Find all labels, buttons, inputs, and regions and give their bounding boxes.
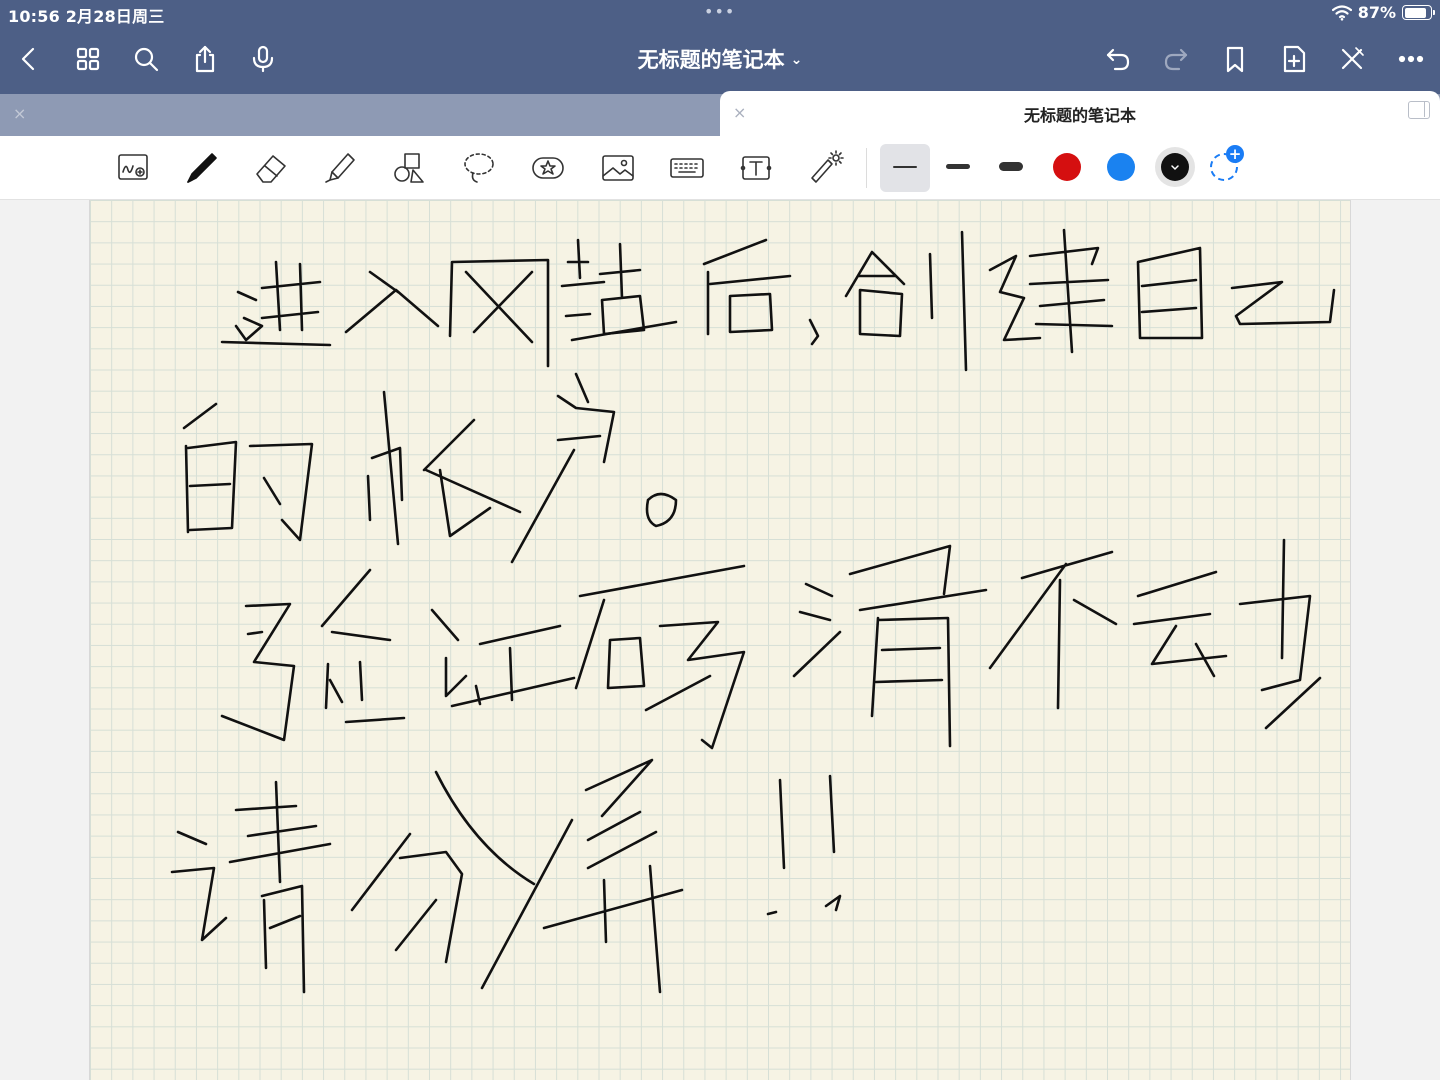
stroke-width-medium[interactable] <box>946 164 970 169</box>
battery-icon <box>1402 5 1435 20</box>
color-swatch-red[interactable] <box>1053 153 1081 181</box>
toolbar-divider <box>866 148 867 188</box>
lasso-icon[interactable] <box>457 146 501 190</box>
tab-strip: × × 无标题的笔记本 <box>0 91 1440 136</box>
microphone-icon[interactable] <box>244 40 282 78</box>
status-right: 87% <box>1331 3 1435 22</box>
back-icon[interactable] <box>10 40 48 78</box>
top-bar: 10:56 2月28日周三 ••• 87% 无标题的笔记本 ⌄ <box>0 0 1440 94</box>
add-page-icon[interactable] <box>1275 40 1313 78</box>
color-swatch-blue[interactable] <box>1107 153 1135 181</box>
share-icon[interactable] <box>186 40 224 78</box>
pen-icon[interactable] <box>180 146 224 190</box>
text-box-icon[interactable] <box>734 146 778 190</box>
image-icon[interactable] <box>596 146 640 190</box>
selected-check-icon <box>1171 165 1179 171</box>
grid-icon[interactable] <box>69 40 107 78</box>
stroke-width-thin[interactable] <box>893 166 917 168</box>
bookmark-icon[interactable] <box>1216 40 1254 78</box>
status-time-date: 10:56 2月28日周三 <box>8 7 165 26</box>
sticker-icon[interactable] <box>526 146 570 190</box>
close-tools-icon[interactable] <box>1333 40 1371 78</box>
tab-active[interactable]: × 无标题的笔记本 <box>720 91 1440 136</box>
multitasking-dots[interactable]: ••• <box>704 2 735 21</box>
goodnotes-app: 10:56 2月28日周三 ••• 87% 无标题的笔记本 ⌄ × × 无标题的… <box>0 0 1440 1080</box>
title-chevron-icon[interactable]: ⌄ <box>791 52 803 68</box>
tool-bar: + <box>0 136 1440 200</box>
search-icon[interactable] <box>127 40 165 78</box>
tab-inactive[interactable]: × <box>0 94 720 136</box>
notebook-page[interactable] <box>89 200 1351 1080</box>
tab-inactive-close-icon[interactable]: × <box>13 104 26 123</box>
eraser-icon[interactable] <box>249 146 293 190</box>
color-swatch-black[interactable] <box>1161 153 1189 181</box>
laser-pointer-icon[interactable] <box>804 146 848 190</box>
add-color-button[interactable]: + <box>1210 145 1244 181</box>
wifi-icon <box>1331 4 1352 21</box>
battery-percent: 87% <box>1357 3 1396 22</box>
redo-icon[interactable] <box>1157 40 1195 78</box>
keyboard-icon[interactable] <box>665 146 709 190</box>
notebook-title-text[interactable]: 无标题的笔记本 <box>638 48 785 72</box>
more-icon[interactable] <box>1392 40 1430 78</box>
add-color-plus-icon: + <box>1226 145 1244 163</box>
stroke-width-thin-selected[interactable] <box>880 144 930 192</box>
stroke-width-thick[interactable] <box>999 162 1023 171</box>
split-view-icon[interactable] <box>1408 101 1430 119</box>
shapes-icon[interactable] <box>387 146 431 190</box>
handwriting-zoom-icon[interactable] <box>111 146 155 190</box>
undo-icon[interactable] <box>1099 40 1137 78</box>
tab-active-title: 无标题的笔记本 <box>1023 106 1136 125</box>
highlighter-icon[interactable] <box>318 146 362 190</box>
